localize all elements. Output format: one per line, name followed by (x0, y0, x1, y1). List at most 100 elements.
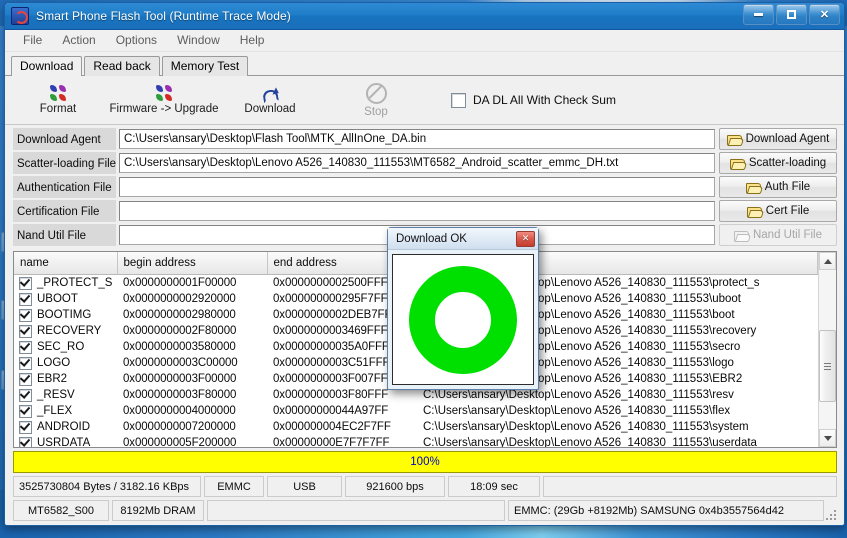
tab-read-back[interactable]: Read back (84, 56, 160, 76)
download-button-label: Download (244, 102, 296, 115)
dialog-title-bar[interactable]: Download OK ✕ (388, 228, 538, 250)
row-checkbox[interactable] (19, 356, 32, 370)
cell-begin-address: 0x0000000003F00000 (123, 373, 237, 385)
menu-item-file[interactable]: File (13, 30, 52, 51)
row-checkbox[interactable] (19, 372, 32, 386)
partition-name: _PROTECT_S (37, 277, 113, 289)
table-row[interactable]: ANDROID 0x0000000007200000 0x000000004EC2F… (14, 419, 818, 435)
cell-begin-address: 0x000000005F200000 (123, 437, 237, 447)
scatter-loading-browse-label: Scatter-loading (748, 157, 827, 169)
cell-begin-address: 0x0000000003580000 (123, 341, 236, 353)
chevron-down-icon (823, 435, 832, 441)
da-dl-checksum-checkbox[interactable]: DA DL All With Check Sum (451, 92, 616, 108)
scatter-loading-input[interactable]: C:\Users\ansary\Desktop\Lenovo A526_1408… (119, 153, 715, 173)
cell-begin-address: 0x0000000002980000 (123, 309, 236, 321)
folder-open-icon (729, 158, 745, 170)
status-connection-type: USB (267, 476, 342, 497)
close-button[interactable]: ✕ (809, 4, 840, 25)
status-chipset: MT6582_S00 (13, 500, 109, 521)
window-controls: ✕ (743, 4, 840, 25)
status-baud-rate: 921600 bps (345, 476, 445, 497)
cell-name: UBOOT (14, 291, 117, 307)
cell-name: ANDROID (14, 419, 117, 435)
checkbox-box[interactable] (451, 92, 466, 108)
vertical-scrollbar[interactable] (818, 252, 836, 447)
row-checkbox[interactable] (19, 340, 32, 354)
maximize-button[interactable] (776, 4, 807, 25)
row-checkbox[interactable] (19, 276, 32, 290)
download-arrow-icon (262, 86, 279, 101)
table-row[interactable]: _FLEX 0x0000000004000000 0x00000000044A97F… (14, 403, 818, 419)
row-checkbox[interactable] (19, 420, 32, 434)
cell-begin-address: 0x0000000007200000 (123, 421, 236, 433)
certification-file-label: Certification File (13, 200, 116, 222)
dialog-close-button[interactable]: ✕ (516, 230, 535, 247)
stop-button-label: Stop (364, 105, 388, 118)
scrollbar-thumb[interactable] (819, 330, 836, 403)
row-checkbox[interactable] (19, 388, 32, 402)
partition-name: BOOTIMG (37, 309, 92, 321)
table-row[interactable]: USRDATA 0x000000005F200000 0x00000000E7F7F… (14, 435, 818, 447)
phone-flash-icon (11, 7, 29, 25)
download-agent-browse-label: Download Agent (745, 133, 830, 145)
partition-name: SEC_RO (37, 341, 85, 353)
scrollbar-track[interactable] (819, 270, 836, 429)
row-checkbox[interactable] (19, 308, 32, 322)
status-dram: 8192Mb DRAM (112, 500, 204, 521)
cell-end-address: 0x00000000044A97FF (273, 405, 389, 417)
cell-begin-address: 0x0000000001F00000 (123, 277, 237, 289)
format-button[interactable]: Format (5, 78, 111, 122)
certification-file-input[interactable] (119, 201, 715, 221)
cert-file-browse-button[interactable]: Cert File (719, 200, 837, 222)
menu-item-action[interactable]: Action (52, 30, 105, 51)
column-header-name[interactable]: name (14, 252, 118, 275)
status-storage-type: EMMC (204, 476, 264, 497)
scroll-up-button[interactable] (819, 252, 836, 270)
menu-bar: File Action Options Window Help (5, 30, 844, 52)
menu-item-window[interactable]: Window (167, 30, 230, 51)
row-checkbox[interactable] (19, 436, 32, 447)
row-checkbox[interactable] (19, 324, 32, 338)
row-checkbox[interactable] (19, 404, 32, 418)
partition-name: LOGO (37, 357, 71, 369)
window-title: Smart Phone Flash Tool (Runtime Trace Mo… (36, 9, 291, 23)
progress-bar-label: 100% (410, 456, 440, 468)
row-checkbox[interactable] (19, 292, 32, 306)
title-bar[interactable]: Smart Phone Flash Tool (Runtime Trace Mo… (5, 3, 844, 30)
download-button[interactable]: Download (217, 78, 323, 122)
cell-name: BOOTIMG (14, 307, 117, 323)
tab-bar: Download Read back Memory Test (5, 52, 844, 77)
cell-begin-address: 0x0000000003C00000 (123, 357, 238, 369)
cert-file-browse-label: Cert File (765, 205, 810, 217)
status-bar-row-1: 3525730804 Bytes / 3182.16 KBps EMMC USB… (13, 476, 837, 497)
menu-item-help[interactable]: Help (230, 30, 275, 51)
partition-name: ANDROID (37, 421, 91, 433)
tab-download[interactable]: Download (11, 56, 83, 77)
scroll-down-button[interactable] (819, 429, 836, 447)
minimize-button[interactable] (743, 4, 774, 25)
cell-location: C:\Users\ansary\Desktop\Lenovo A526_1408… (423, 405, 731, 417)
cell-end-address: 0x00000000E7F7F7FF (273, 437, 390, 447)
column-header-begin-address[interactable]: begin address (117, 252, 268, 275)
menu-item-options[interactable]: Options (106, 30, 167, 51)
authentication-file-input[interactable] (119, 177, 715, 197)
status-bar-row-2: MT6582_S00 8192Mb DRAM EMMC: (29Gb +8192… (13, 500, 837, 521)
stop-button: Stop (323, 78, 429, 122)
tab-memory-test[interactable]: Memory Test (161, 56, 249, 76)
download-agent-input[interactable]: C:\Users\ansary\Desktop\Flash Tool\MTK_A… (119, 129, 715, 149)
auth-file-browse-button[interactable]: Auth File (719, 176, 837, 198)
auth-file-browse-label: Auth File (764, 181, 811, 193)
firmware-upgrade-button[interactable]: Firmware -> Upgrade (109, 78, 219, 122)
nand-util-file-browse-label: Nand Util File (752, 229, 823, 241)
partition-name: USRDATA (37, 437, 91, 447)
partition-name: _FLEX (37, 405, 73, 417)
file-row-authentication: Authentication File Auth File (5, 175, 844, 199)
cell-name: LOGO (14, 355, 117, 371)
scatter-loading-label: Scatter-loading File (13, 152, 116, 174)
folder-open-icon (745, 182, 761, 194)
firmware-upgrade-button-label: Firmware -> Upgrade (109, 103, 219, 115)
scatter-loading-browse-button[interactable]: Scatter-loading (719, 152, 837, 174)
cell-location: C:\Users\ansary\Desktop\Lenovo A526_1408… (423, 437, 757, 447)
download-agent-browse-button[interactable]: Download Agent (719, 128, 837, 150)
folder-open-icon (733, 230, 749, 242)
